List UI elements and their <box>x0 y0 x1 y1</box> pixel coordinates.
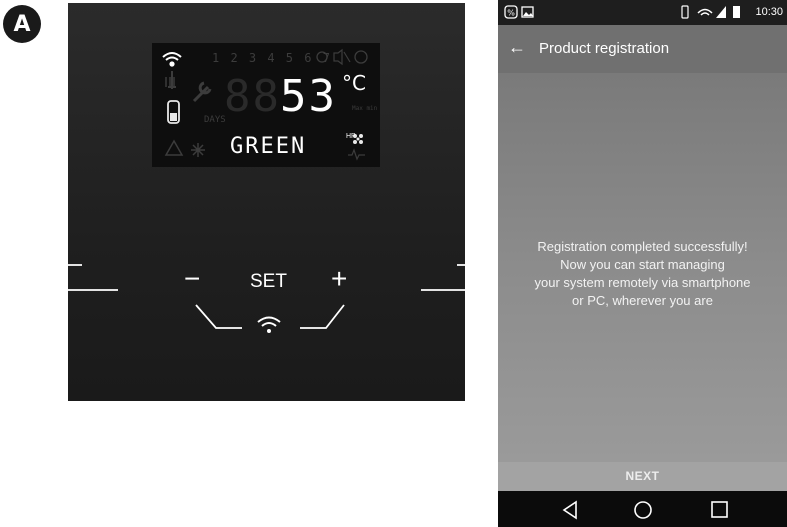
message-line: your system remotely via smartphone <box>534 275 751 290</box>
nav-home-icon[interactable] <box>634 501 652 519</box>
message-line: Registration completed successfully! <box>537 239 748 254</box>
app-bar: ← Product registration <box>498 25 787 73</box>
system-status-icons <box>681 5 740 19</box>
touch-lines <box>68 264 465 329</box>
minus-button[interactable]: − <box>184 265 200 293</box>
status-bar: % 10:30 <box>498 0 787 25</box>
page-title: Product registration <box>539 40 670 57</box>
android-nav-bar <box>498 491 787 527</box>
set-button[interactable]: SET <box>250 271 287 293</box>
back-arrow-icon[interactable]: ← <box>508 37 526 58</box>
wifi-button-icon[interactable] <box>254 313 284 337</box>
svg-text:%: % <box>507 8 515 17</box>
message-line: Now you can start managing <box>560 257 725 272</box>
status-time: 10:30 <box>755 6 783 18</box>
plus-button[interactable]: + <box>331 265 347 293</box>
nav-recents-icon[interactable] <box>711 501 728 518</box>
message-line: or PC, wherever you are <box>572 293 713 308</box>
success-message: Registration completed successfully! Now… <box>498 238 787 310</box>
thermostat-panel: 1 2 3 4 5 6 7 DAYS Max min 88 53 °C GREE… <box>68 3 465 401</box>
nav-back-icon[interactable] <box>562 500 577 520</box>
next-button[interactable]: NEXT <box>498 462 787 491</box>
phone-screen: % 10:30 ← Product registration Registrat… <box>498 0 787 527</box>
notification-icons: % <box>504 5 534 19</box>
content-area: Registration completed successfully! Now… <box>498 73 787 462</box>
figure-label-badge: A <box>3 5 41 43</box>
next-button-label: NEXT <box>625 469 660 483</box>
